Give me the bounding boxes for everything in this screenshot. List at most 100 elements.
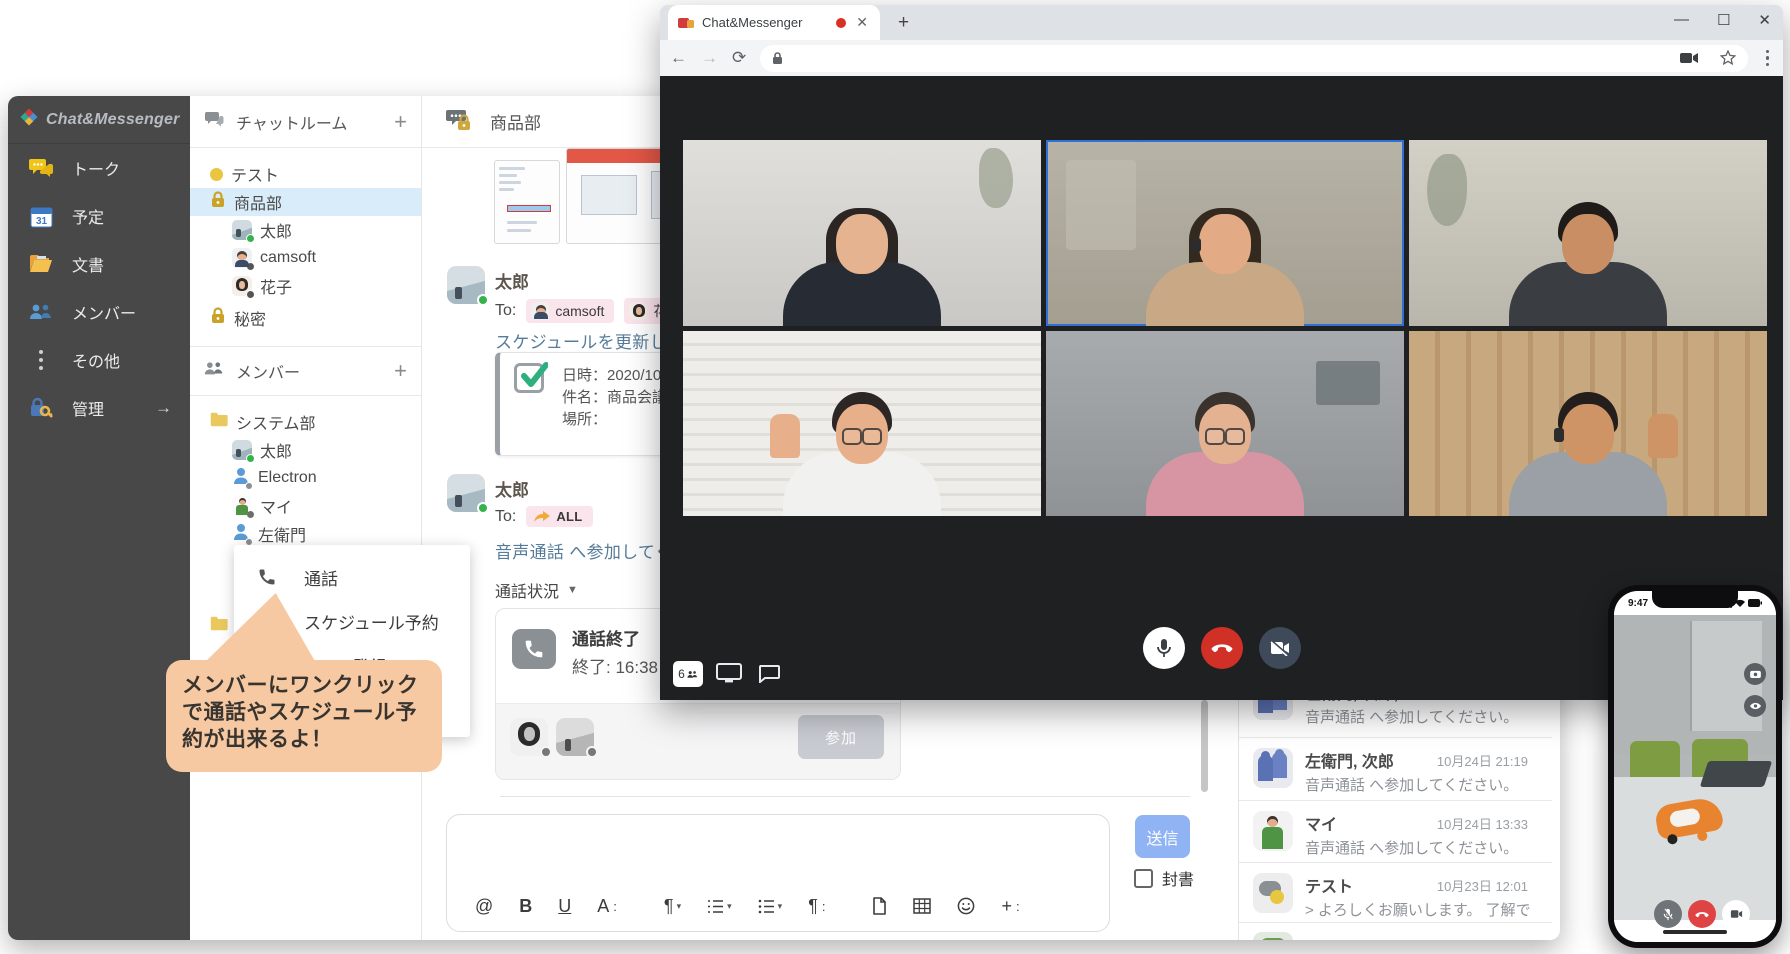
- recipient-chip-camsoft[interactable]: camsoft: [526, 299, 614, 323]
- bookmark-star-icon[interactable]: [1720, 50, 1736, 66]
- member-mai[interactable]: マイ: [190, 492, 421, 520]
- hanako-avatar: [232, 276, 252, 296]
- bullet-list-button[interactable]: ▾: [758, 899, 783, 914]
- message-image-thumbnail[interactable]: [494, 160, 560, 244]
- sidebar-item-talk[interactable]: トーク: [8, 144, 190, 192]
- browser-tabstrip: Chat&Messenger ✕ + — ☐ ✕: [660, 5, 1783, 40]
- sidebar-item-admin[interactable]: 管理 →: [8, 384, 190, 432]
- chat-bubble-icon[interactable]: [758, 665, 780, 688]
- taro-avatar: [232, 220, 252, 240]
- format-options-button[interactable]: ¶: [808, 896, 824, 917]
- participant-count-badge[interactable]: 6: [673, 661, 703, 687]
- home-indicator[interactable]: [1663, 930, 1727, 934]
- maximize-button[interactable]: ☐: [1717, 11, 1730, 29]
- video-tile-4[interactable]: [683, 331, 1041, 517]
- message-list-item-partial[interactable]: [1239, 928, 1552, 940]
- minimize-button[interactable]: —: [1674, 11, 1689, 29]
- phone-mockup: 9:47: [1608, 585, 1782, 948]
- browser-tab[interactable]: Chat&Messenger ✕: [668, 5, 880, 40]
- forward-button[interactable]: →: [701, 48, 718, 68]
- sender-avatar[interactable]: [447, 474, 485, 512]
- test-room-avatar: [1253, 873, 1293, 913]
- more-dots-icon: [28, 347, 54, 373]
- room-item-himitsu[interactable]: 秘密: [190, 304, 421, 332]
- sender-avatar[interactable]: [447, 266, 485, 304]
- video-tile-6[interactable]: [1409, 331, 1767, 517]
- flip-camera-button[interactable]: [1744, 663, 1766, 685]
- room-member-taro[interactable]: 太郎: [190, 216, 421, 244]
- underline-button[interactable]: U: [558, 896, 571, 917]
- ordered-list-button[interactable]: ▾: [707, 899, 732, 914]
- effects-button[interactable]: [1744, 695, 1766, 717]
- video-tile-5[interactable]: [1046, 331, 1404, 517]
- lock-key-icon: [28, 395, 54, 421]
- admin-arrow-icon[interactable]: →: [155, 398, 172, 418]
- video-tile-2-active[interactable]: [1046, 140, 1404, 326]
- room-label: テスト: [231, 162, 279, 186]
- seal-checkbox[interactable]: [1134, 869, 1153, 888]
- hanako-avatar: [629, 302, 647, 320]
- font-style-button[interactable]: A: [597, 896, 616, 917]
- voice-call-link[interactable]: 音声通話: [495, 543, 564, 562]
- caret-down-icon: ▼: [567, 584, 578, 596]
- recording-indicator-icon: [836, 18, 846, 28]
- room-member-camsoft[interactable]: camsoft: [190, 244, 421, 272]
- chat-scrollbar[interactable]: [1201, 700, 1208, 792]
- reload-button[interactable]: ⟳: [732, 48, 746, 68]
- hang-up-button[interactable]: [1201, 627, 1243, 669]
- room-member-hanako[interactable]: 花子: [190, 272, 421, 300]
- screen-share-icon[interactable]: [716, 663, 742, 688]
- more-tools-button[interactable]: +: [1001, 896, 1018, 917]
- message-list-item[interactable]: マイ 10月24日 13:33 音声通話 へ参加してください。: [1239, 807, 1552, 862]
- message-list-item[interactable]: テスト 10月23日 12:01 > よろしくお願いします。 了解で: [1239, 869, 1552, 922]
- item-preview: 音声通話 へ参加してください。: [1305, 706, 1518, 727]
- message-input[interactable]: [447, 815, 1109, 881]
- phone-camera-button[interactable]: [1722, 900, 1750, 928]
- video-tile-3[interactable]: [1409, 140, 1767, 326]
- add-room-button[interactable]: +: [394, 111, 407, 133]
- divider: [500, 796, 1190, 797]
- member-saemon[interactable]: 左衛門: [190, 520, 421, 548]
- svg-text:31: 31: [35, 216, 47, 227]
- mai-avatar: [1253, 811, 1293, 851]
- close-button[interactable]: ✕: [1758, 11, 1771, 29]
- room-item-shohin[interactable]: 商品部: [190, 188, 421, 216]
- item-name: 左衛門, 次郎: [1305, 748, 1394, 772]
- mention-button[interactable]: @: [475, 896, 493, 917]
- address-bar[interactable]: [760, 45, 1747, 72]
- item-preview: > よろしくお願いします。 了解で: [1305, 899, 1531, 920]
- microphone-button[interactable]: [1143, 627, 1185, 669]
- member-electron[interactable]: Electron: [190, 464, 421, 492]
- attach-file-button[interactable]: [872, 897, 887, 915]
- browser-menu-icon[interactable]: [1762, 50, 1774, 67]
- emoji-button[interactable]: [957, 897, 975, 915]
- recipient-chip-all[interactable]: ALL: [526, 506, 592, 527]
- add-member-button[interactable]: +: [394, 358, 407, 384]
- tab-close-icon[interactable]: ✕: [854, 14, 870, 31]
- paragraph-button[interactable]: ¶▾: [664, 896, 681, 917]
- camera-off-button[interactable]: [1259, 627, 1301, 669]
- back-button[interactable]: ←: [670, 48, 687, 68]
- new-tab-button[interactable]: +: [898, 12, 909, 34]
- message-list-item[interactable]: 左衛門, 次郎 10月24日 21:19 音声通話 へ参加してください。: [1239, 744, 1552, 800]
- sidebar-item-other[interactable]: その他: [8, 336, 190, 384]
- sidebar-nav: トーク 31 予定 文書: [8, 144, 190, 432]
- sidebar-item-label: メンバー: [72, 300, 136, 324]
- menu-item-call[interactable]: 通話: [234, 555, 470, 599]
- insert-table-button[interactable]: [913, 898, 931, 914]
- video-tile-1[interactable]: [683, 140, 1041, 326]
- sidebar-item-docs[interactable]: 文書: [8, 240, 190, 288]
- member-taro[interactable]: 太郎: [190, 436, 421, 464]
- phone-hang-up-button[interactable]: [1688, 900, 1716, 928]
- lock-icon: [772, 51, 783, 65]
- camera-icon[interactable]: [1680, 52, 1698, 64]
- call-status-toggle[interactable]: 通話状況 ▼: [495, 578, 578, 602]
- send-button[interactable]: 送信: [1135, 815, 1190, 858]
- room-item-test[interactable]: テスト: [190, 160, 421, 188]
- sidebar-item-members[interactable]: メンバー: [8, 288, 190, 336]
- group-system[interactable]: システム部: [190, 408, 421, 436]
- bold-button[interactable]: B: [519, 896, 532, 917]
- join-call-button[interactable]: 参加: [798, 715, 884, 759]
- sidebar-item-schedule[interactable]: 31 予定: [8, 192, 190, 240]
- phone-mute-button[interactable]: [1654, 900, 1682, 928]
